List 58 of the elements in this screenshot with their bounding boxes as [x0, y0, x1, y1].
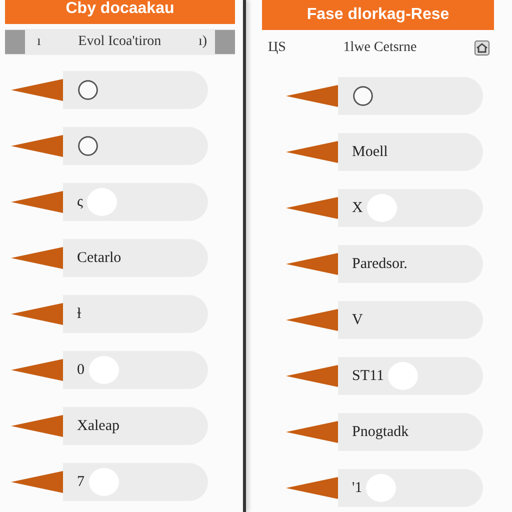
item-label: 7	[77, 474, 84, 490]
list-item[interactable]: Moell	[338, 133, 483, 171]
pointer-icon	[286, 309, 338, 331]
panel-header: Fase dlorkag-Rese	[262, 0, 494, 30]
pointer-icon	[11, 79, 63, 101]
circle-icon	[352, 85, 374, 107]
pointer-icon	[286, 421, 338, 443]
list-item[interactable]: Xaleap	[63, 407, 208, 445]
pointer-icon	[11, 135, 63, 157]
pointer-icon	[286, 253, 338, 275]
list-item[interactable]: Paredsor.	[338, 245, 483, 283]
scroll-block	[215, 30, 235, 54]
scroll-block	[5, 30, 25, 54]
pointer-icon	[11, 303, 63, 325]
subheader-label: ı	[37, 34, 41, 50]
item-label: ɫ	[77, 306, 82, 322]
pointer-icon	[286, 197, 338, 219]
pointer-icon	[286, 477, 338, 499]
list-item[interactable]: '1	[338, 469, 483, 507]
item-label: Cetarlo	[77, 250, 122, 266]
pointer-icon	[11, 415, 63, 437]
item-label: 0	[77, 362, 84, 378]
list-item[interactable]	[63, 127, 208, 165]
list-item[interactable]: Pnogtadk	[338, 413, 483, 451]
list-item[interactable]: X	[338, 189, 483, 227]
subheader-title: Evol Icoa'tiron	[77, 34, 162, 50]
list-item[interactable]: Cetarlo	[63, 239, 208, 277]
subheader-label: ı)	[198, 34, 207, 50]
subheader-title: 1lwe Cetsrne	[342, 40, 418, 56]
house-icon[interactable]	[474, 40, 490, 56]
item-label: ST11	[352, 368, 384, 384]
pointer-icon	[286, 85, 338, 107]
pointer-icon	[11, 359, 63, 381]
item-label: Xaleap	[77, 418, 120, 434]
list-item[interactable]: ɫ	[63, 295, 208, 333]
item-label: Pnogtadk	[352, 424, 409, 440]
panel-header: Cby docaakau	[5, 0, 235, 24]
list-item[interactable]: 7	[63, 463, 208, 501]
item-label: '1	[352, 480, 362, 496]
list-item[interactable]: 0	[63, 351, 208, 389]
pointer-icon	[11, 247, 63, 269]
item-label: X	[352, 200, 363, 216]
circle-icon	[77, 135, 99, 157]
list-item[interactable]: V	[338, 301, 483, 339]
item-label: V	[352, 312, 363, 328]
pointer-icon	[11, 471, 63, 493]
pointer-icon	[286, 365, 338, 387]
item-label: Paredsor.	[352, 256, 408, 272]
item-label: Moell	[352, 144, 388, 160]
pointer-icon	[11, 191, 63, 213]
item-label: ς	[77, 194, 83, 210]
circle-icon	[77, 79, 99, 101]
pointer-icon	[286, 141, 338, 163]
list-item[interactable]	[338, 77, 483, 115]
list-item[interactable]: ST11	[338, 357, 483, 395]
list-item[interactable]: ς	[63, 183, 208, 221]
list-item[interactable]	[63, 71, 208, 109]
subheader-label: ЦЅ	[268, 40, 286, 56]
